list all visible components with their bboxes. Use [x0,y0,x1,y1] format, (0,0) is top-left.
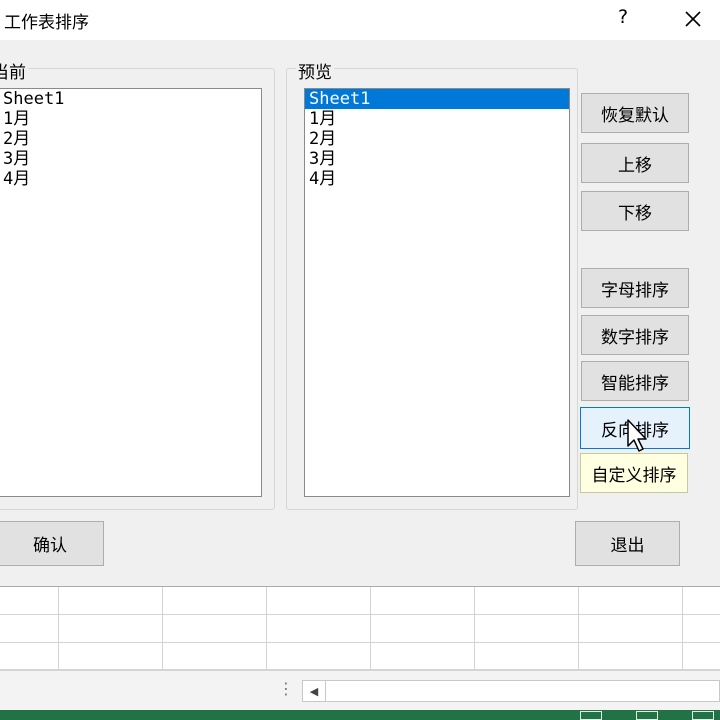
title-bar: 工作表排序 ? [0,0,720,40]
current-list-item[interactable]: 4月 [0,169,261,189]
horizontal-scrollbar[interactable]: ◀ [302,680,720,702]
confirm-button[interactable]: 确认 [0,521,104,566]
page-layout-view-icon[interactable] [636,711,658,720]
current-list-item[interactable]: Sheet1 [0,89,261,109]
mouse-cursor-icon [627,419,647,452]
preview-list-item[interactable]: 3月 [305,149,569,169]
preview-list-item[interactable]: 2月 [305,129,569,149]
normal-view-icon[interactable] [580,711,602,720]
smart-sort-button[interactable]: 智能排序 [581,361,689,401]
number-sort-button[interactable]: 数字排序 [581,315,689,355]
current-sheet-list[interactable]: Sheet1 1月 2月 3月 4月 [0,88,262,497]
status-bar [0,710,720,720]
sheet-tab-scroll-row: ⋮ ◀ [0,670,720,711]
preview-list-item[interactable]: 4月 [305,169,569,189]
current-list-item[interactable]: 1月 [0,109,261,129]
move-down-button[interactable]: 下移 [581,191,689,231]
help-button[interactable]: ? [618,6,628,28]
close-icon [685,11,701,27]
scroll-left-arrow-icon[interactable]: ◀ [303,681,326,701]
current-list-item[interactable]: 3月 [0,149,261,169]
preview-list-item[interactable]: Sheet1 [305,89,569,109]
close-button[interactable] [680,6,706,32]
preview-list-item[interactable]: 1月 [305,109,569,129]
move-up-button[interactable]: 上移 [581,143,689,183]
vertical-dots-icon[interactable]: ⋮ [278,679,294,698]
custom-sort-button[interactable]: 自定义排序 [580,453,688,493]
dialog-title: 工作表排序 [4,13,89,33]
page-break-view-icon[interactable] [692,711,714,720]
preview-group-label: 预览 [296,58,334,83]
current-list-item[interactable]: 2月 [0,129,261,149]
preview-sheet-list[interactable]: Sheet1 1月 2月 3月 4月 [304,88,570,497]
exit-button[interactable]: 退出 [575,521,680,566]
current-group-label: 当前 [0,58,28,83]
alpha-sort-button[interactable]: 字母排序 [581,268,689,308]
restore-default-button[interactable]: 恢复默认 [581,93,689,133]
sort-sheets-dialog: 工作表排序 ? 当前 Sheet1 1月 2月 3月 4月 预览 Sheet1 1月 2月 3… [0,0,720,587]
spreadsheet-grid[interactable] [0,587,720,670]
